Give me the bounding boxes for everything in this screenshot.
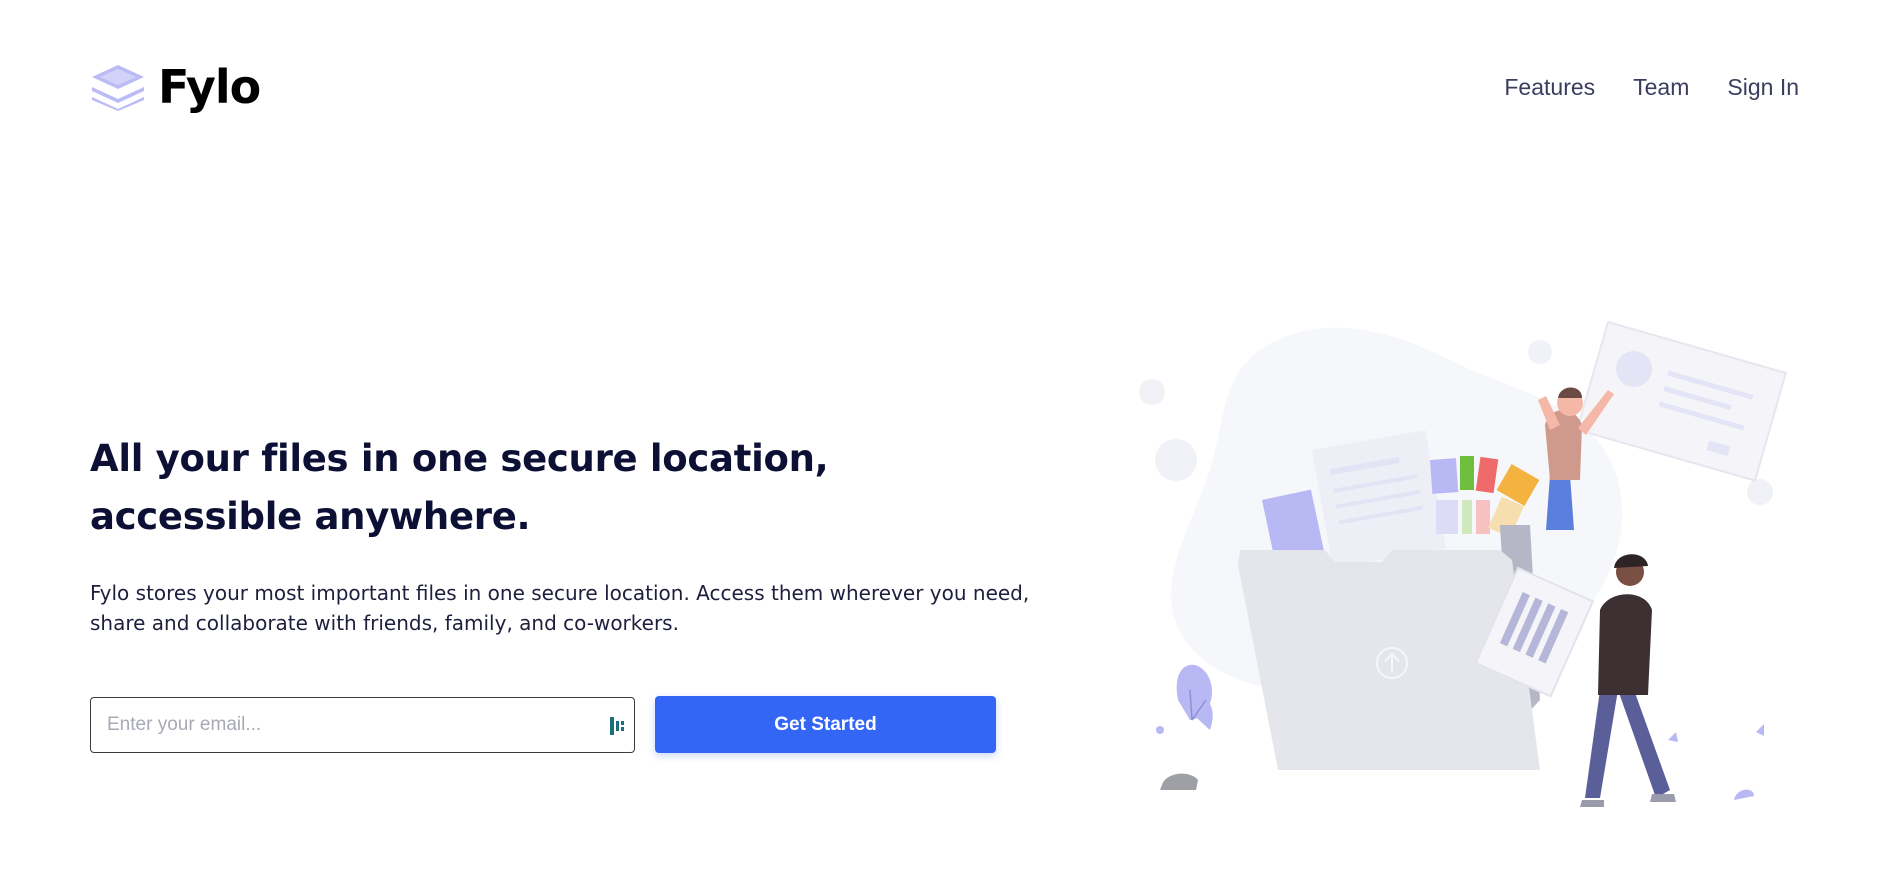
site-header: Fylo Features Team Sign In — [90, 52, 1799, 122]
get-started-button[interactable]: Get Started — [655, 696, 996, 753]
hero-description: Fylo stores your most important files in… — [90, 581, 1030, 635]
email-input[interactable] — [91, 698, 634, 752]
nav-link-sign-in[interactable]: Sign In — [1727, 74, 1799, 101]
main-nav: Features Team Sign In — [1504, 74, 1799, 101]
hero-title: All your files in one secure location, a… — [90, 437, 829, 538]
logo-link[interactable]: Fylo — [90, 60, 261, 114]
email-field-wrapper — [90, 697, 635, 753]
landing-page: Fylo Features Team Sign In All your file… — [0, 0, 1889, 892]
file-upload-illustration-icon — [1139, 320, 1788, 807]
brand-name: Fylo — [158, 60, 261, 114]
nav-link-features[interactable]: Features — [1504, 74, 1595, 101]
password-manager-icon[interactable] — [608, 715, 628, 737]
nav-link-team[interactable]: Team — [1633, 74, 1689, 101]
layers-logo-icon — [92, 65, 144, 111]
